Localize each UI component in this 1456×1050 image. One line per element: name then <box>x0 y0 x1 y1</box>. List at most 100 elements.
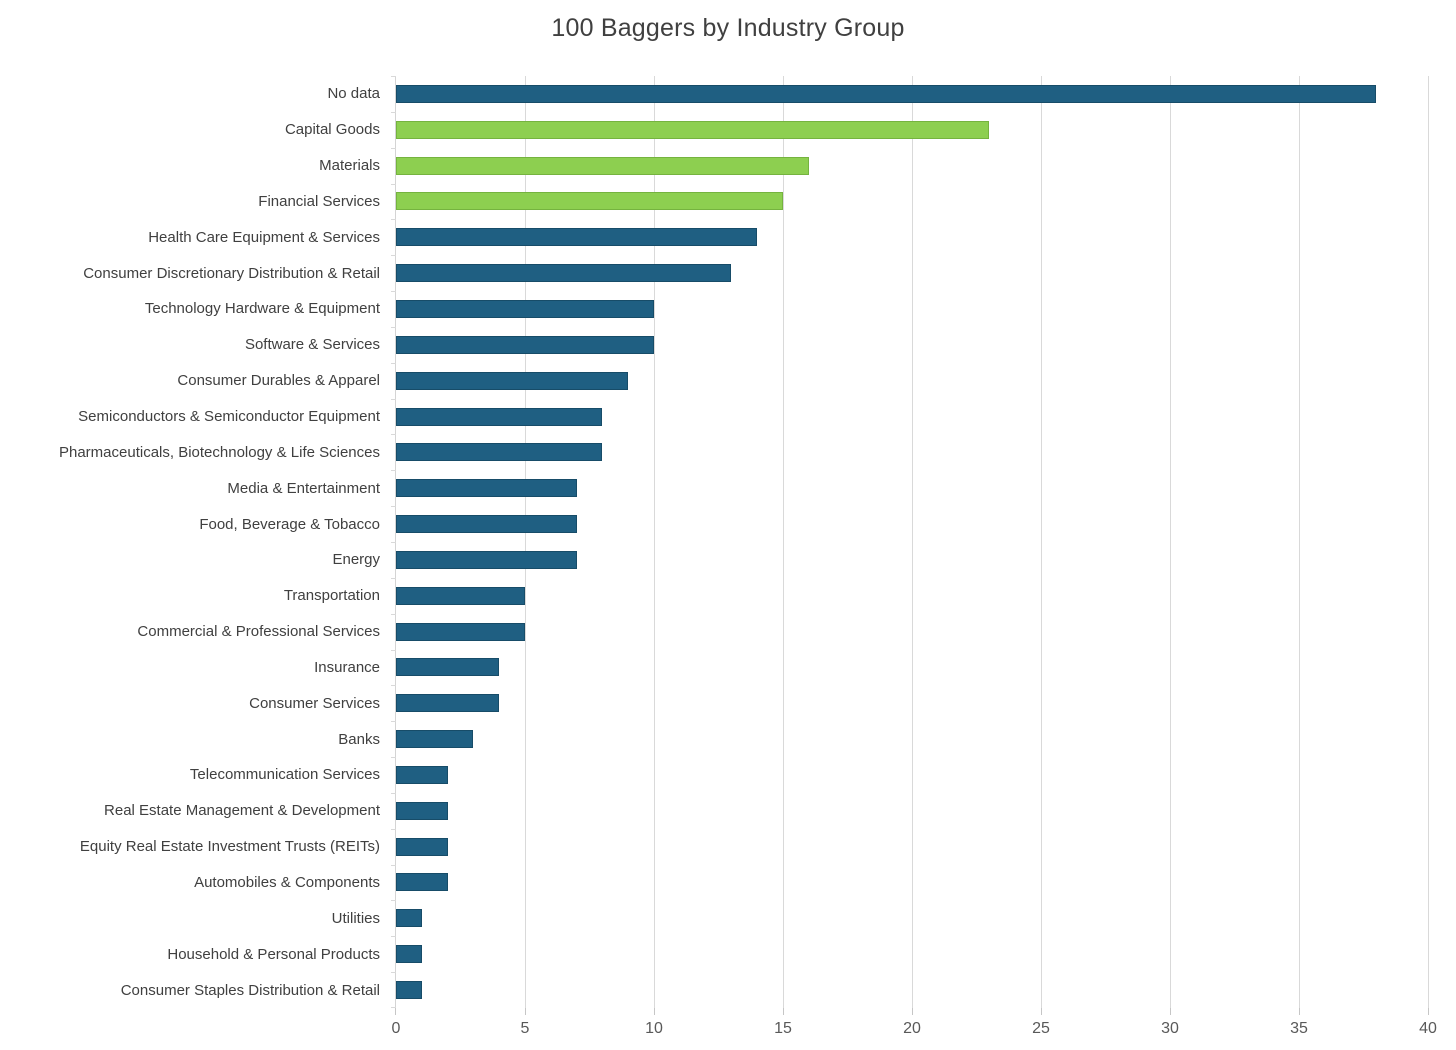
bar <box>396 443 603 462</box>
category-label: Equity Real Estate Investment Trusts (RE… <box>79 838 380 856</box>
value-axis-tick-label: 15 <box>774 1020 792 1037</box>
bar-row <box>396 434 1428 470</box>
category-axis-tick <box>391 434 396 436</box>
value-axis-tick-label: 35 <box>1290 1020 1308 1037</box>
category-label: Consumer Services <box>249 694 380 712</box>
category-axis-tick <box>391 326 396 328</box>
category-label: Consumer Durables & Apparel <box>177 372 380 390</box>
bar-row <box>396 363 1428 399</box>
bar-row <box>396 506 1428 542</box>
bar-row <box>396 578 1428 614</box>
chart-title: 100 Baggers by Industry Group <box>551 14 905 42</box>
category-axis-tick <box>391 291 396 293</box>
chart-page: 100 Baggers by Industry Group No data Cap… <box>0 0 1456 1050</box>
value-axis-tick <box>525 1008 526 1015</box>
category-axis-tick-marks <box>391 76 396 1008</box>
category-axis-tick <box>391 470 396 472</box>
value-axis-tick-label: 25 <box>1032 1020 1050 1037</box>
category-axis-tick <box>391 828 396 830</box>
category-label: Transportation <box>283 587 380 605</box>
bar-row <box>396 829 1428 865</box>
value-axis-tick <box>1428 1008 1429 1015</box>
category-axis-tick <box>391 900 396 902</box>
value-axis-tick <box>1041 1008 1042 1015</box>
category-label: Technology Hardware & Equipment <box>144 300 380 318</box>
bar <box>396 658 500 677</box>
category-axis-tick <box>391 613 396 615</box>
bar <box>396 945 422 964</box>
bar <box>396 801 448 820</box>
category-label: Consumer Staples Distribution & Retail <box>120 981 380 999</box>
bar-row <box>396 219 1428 255</box>
bar <box>396 515 577 534</box>
category-label: Automobiles & Components <box>194 873 380 891</box>
category-label: Software & Services <box>244 336 380 354</box>
category-axis-tick <box>391 255 396 257</box>
bars-container <box>396 76 1428 1008</box>
bar <box>396 765 448 784</box>
category-axis-tick <box>391 936 396 938</box>
category-label: Commercial & Professional Services <box>137 623 380 641</box>
bar-row <box>396 685 1428 721</box>
category-axis-tick <box>391 183 396 185</box>
bar <box>396 909 422 928</box>
value-axis-tick-label: 0 <box>391 1020 401 1037</box>
bar-row <box>396 148 1428 184</box>
plot-area <box>395 76 1429 1008</box>
bar <box>396 228 758 247</box>
bar-row <box>396 721 1428 757</box>
category-label: Semiconductors & Semiconductor Equipment <box>78 408 380 426</box>
bar <box>396 873 448 892</box>
bar-row <box>396 327 1428 363</box>
category-label: Telecommunication Services <box>189 766 380 784</box>
bar <box>396 407 603 426</box>
bar <box>396 371 629 390</box>
category-axis-tick <box>391 721 396 723</box>
category-axis-tick <box>391 577 396 579</box>
bar-row <box>396 793 1428 829</box>
category-axis-tick <box>391 685 396 687</box>
category-label: Pharmaceuticals, Biotechnology & Life Sc… <box>58 443 380 461</box>
bar <box>396 622 525 641</box>
bar-row <box>396 112 1428 148</box>
category-label: Capital Goods <box>284 121 380 139</box>
category-label: Real Estate Management & Development <box>104 802 380 820</box>
category-label: Consumer Discretionary Distribution & Re… <box>83 264 380 282</box>
category-axis-tick <box>391 111 396 113</box>
bar-row <box>396 936 1428 972</box>
value-axis-tick-label: 30 <box>1161 1020 1179 1037</box>
bar <box>396 120 990 139</box>
category-label: Food, Beverage & Tobacco <box>199 515 380 533</box>
gridline <box>1428 76 1429 1008</box>
category-label: Media & Entertainment <box>227 479 380 497</box>
bar-row <box>396 614 1428 650</box>
bar <box>396 479 577 498</box>
category-label: Banks <box>338 730 380 748</box>
bar <box>396 156 809 175</box>
value-axis-tick-marks <box>395 1008 1429 1015</box>
bar <box>396 192 783 211</box>
category-label: Insurance <box>314 658 380 676</box>
value-axis-tick-label: 10 <box>645 1020 663 1037</box>
bar <box>396 694 500 713</box>
value-axis-tick <box>1170 1008 1171 1015</box>
bar <box>396 837 448 856</box>
category-label: No data <box>327 85 380 103</box>
bar-row <box>396 76 1428 112</box>
bar <box>396 264 732 283</box>
bar <box>396 586 525 605</box>
value-axis-tick <box>654 1008 655 1015</box>
bar-row <box>396 900 1428 936</box>
bar-row <box>396 757 1428 793</box>
bar-row <box>396 650 1428 686</box>
bar-row <box>396 291 1428 327</box>
category-label: Materials <box>319 157 380 175</box>
category-axis-tick <box>391 757 396 759</box>
bar-row <box>396 399 1428 435</box>
category-axis-tick <box>391 147 396 149</box>
category-axis-tick <box>391 864 396 866</box>
category-axis-tick <box>391 219 396 221</box>
bar-row <box>396 470 1428 506</box>
value-axis-tick-label: 40 <box>1419 1020 1437 1037</box>
bar <box>396 730 474 749</box>
